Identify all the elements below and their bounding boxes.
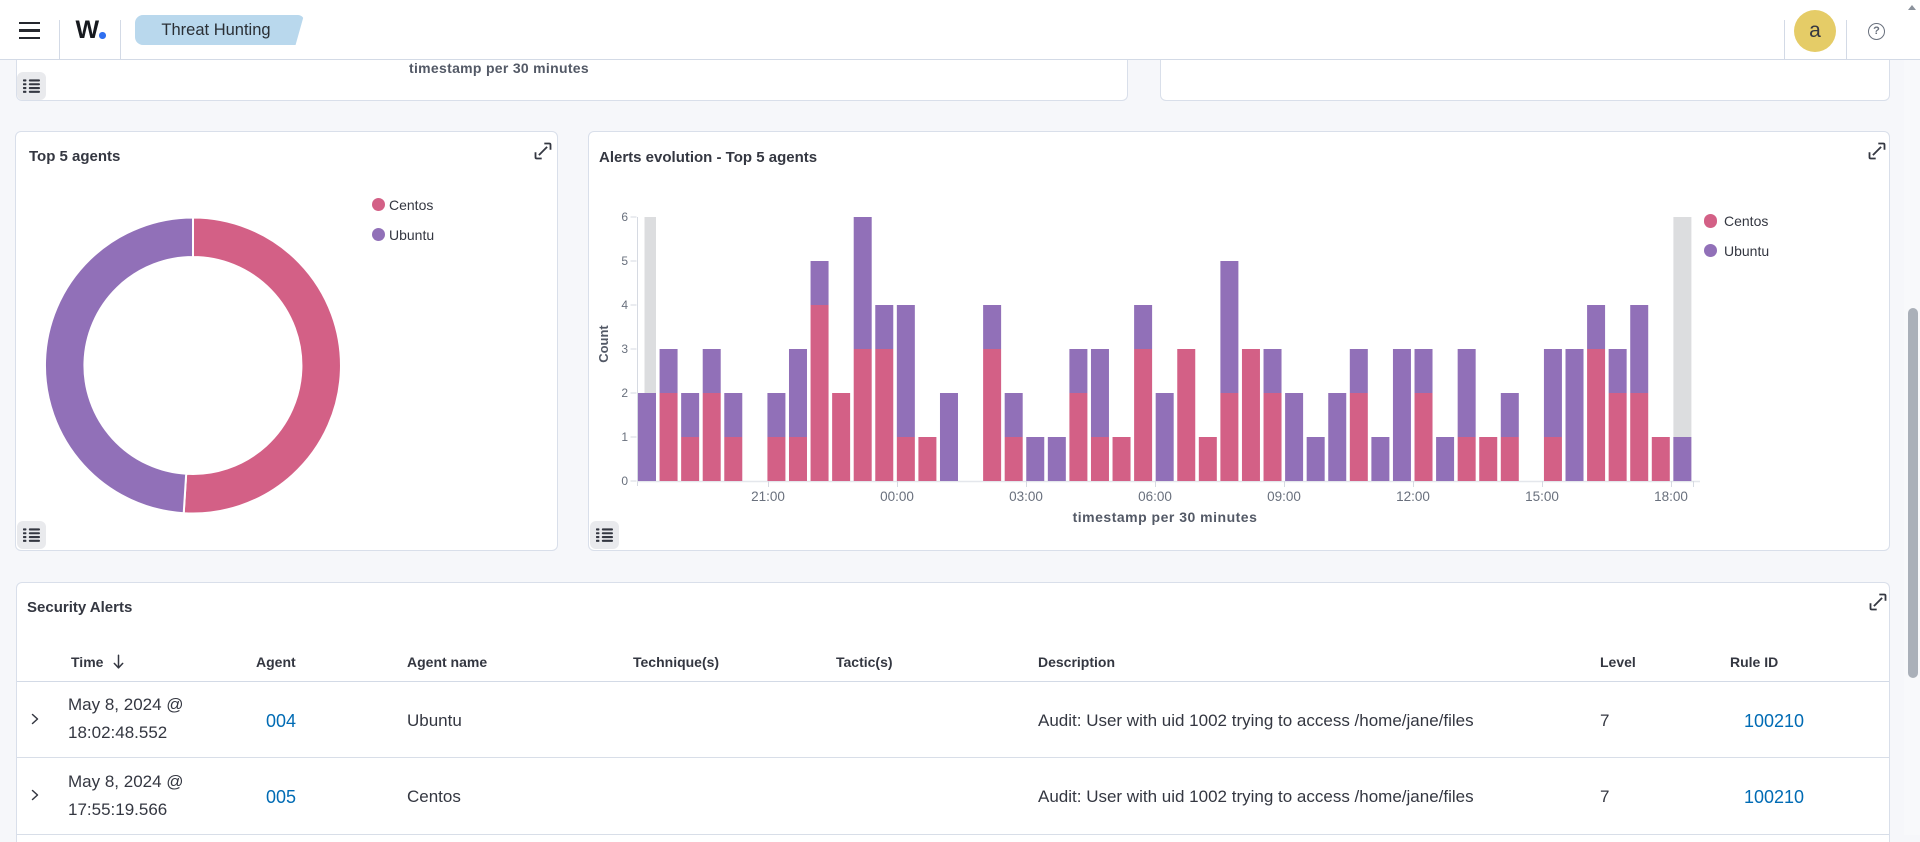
svg-text:00:00: 00:00 [880,489,914,504]
svg-text:21:00: 21:00 [751,489,785,504]
svg-text:12:00: 12:00 [1396,489,1430,504]
svg-text:0: 0 [621,474,628,488]
svg-text:4: 4 [621,298,628,312]
svg-text:timestamp per 30 minutes: timestamp per 30 minutes [1073,509,1258,525]
svg-text:6: 6 [621,210,628,224]
svg-text:2: 2 [621,386,628,400]
svg-text:03:00: 03:00 [1009,489,1043,504]
svg-text:5: 5 [621,254,628,268]
svg-text:06:00: 06:00 [1138,489,1172,504]
svg-text:1: 1 [621,430,628,444]
svg-text:15:00: 15:00 [1525,489,1559,504]
svg-text:Count: Count [596,325,611,363]
svg-text:18:00: 18:00 [1654,489,1688,504]
svg-text:3: 3 [621,342,628,356]
svg-text:09:00: 09:00 [1267,489,1301,504]
